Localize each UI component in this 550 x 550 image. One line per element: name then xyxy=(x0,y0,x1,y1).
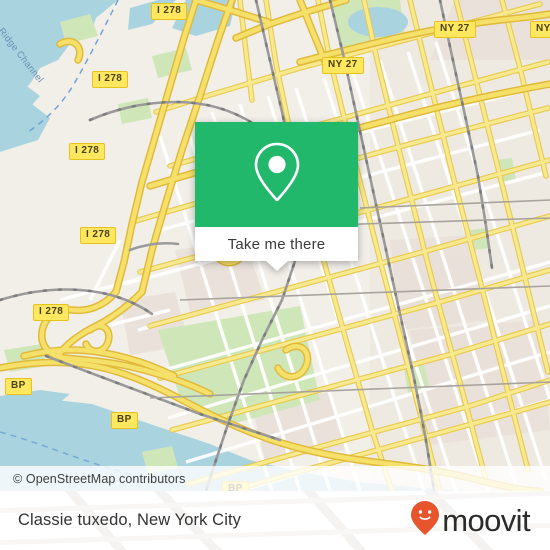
take-me-there-label[interactable]: Take me there xyxy=(228,236,326,253)
map-attribution-bar: © OpenStreetMap contributors xyxy=(0,466,550,491)
highway-shield: BP xyxy=(111,412,138,429)
callout-image-panel xyxy=(195,122,358,227)
moovit-smiley-pin-icon xyxy=(410,500,440,541)
moovit-wordmark: moovit xyxy=(442,503,530,538)
moovit-location-card: I 278 I 278 I 278 I 278 I 278 NY 27 NY 27 NY BP B… xyxy=(0,0,550,550)
footer-bar: Classie tuxedo, New York City moovit xyxy=(0,491,550,550)
highway-shield: NY xyxy=(530,21,550,38)
place-title: Classie tuxedo, New York City xyxy=(18,511,241,529)
highway-shield: I 278 xyxy=(69,143,106,160)
moovit-logo[interactable]: moovit xyxy=(410,500,531,541)
attribution-text[interactable]: © OpenStreetMap contributors xyxy=(13,472,186,486)
highway-shield: NY 27 xyxy=(322,57,364,74)
highway-shield: I 278 xyxy=(33,304,70,321)
callout-action-bar[interactable]: Take me there xyxy=(195,227,358,271)
highway-shield: I 278 xyxy=(92,71,129,88)
location-callout-card[interactable]: Take me there xyxy=(195,122,358,271)
highway-shield: I 278 xyxy=(151,3,188,20)
callout-pointer-tip xyxy=(265,261,288,271)
highway-shield: NY 27 xyxy=(434,21,476,38)
highway-shield: BP xyxy=(5,378,32,395)
highway-shield: I 278 xyxy=(80,227,117,244)
map-pin-icon xyxy=(249,140,305,209)
